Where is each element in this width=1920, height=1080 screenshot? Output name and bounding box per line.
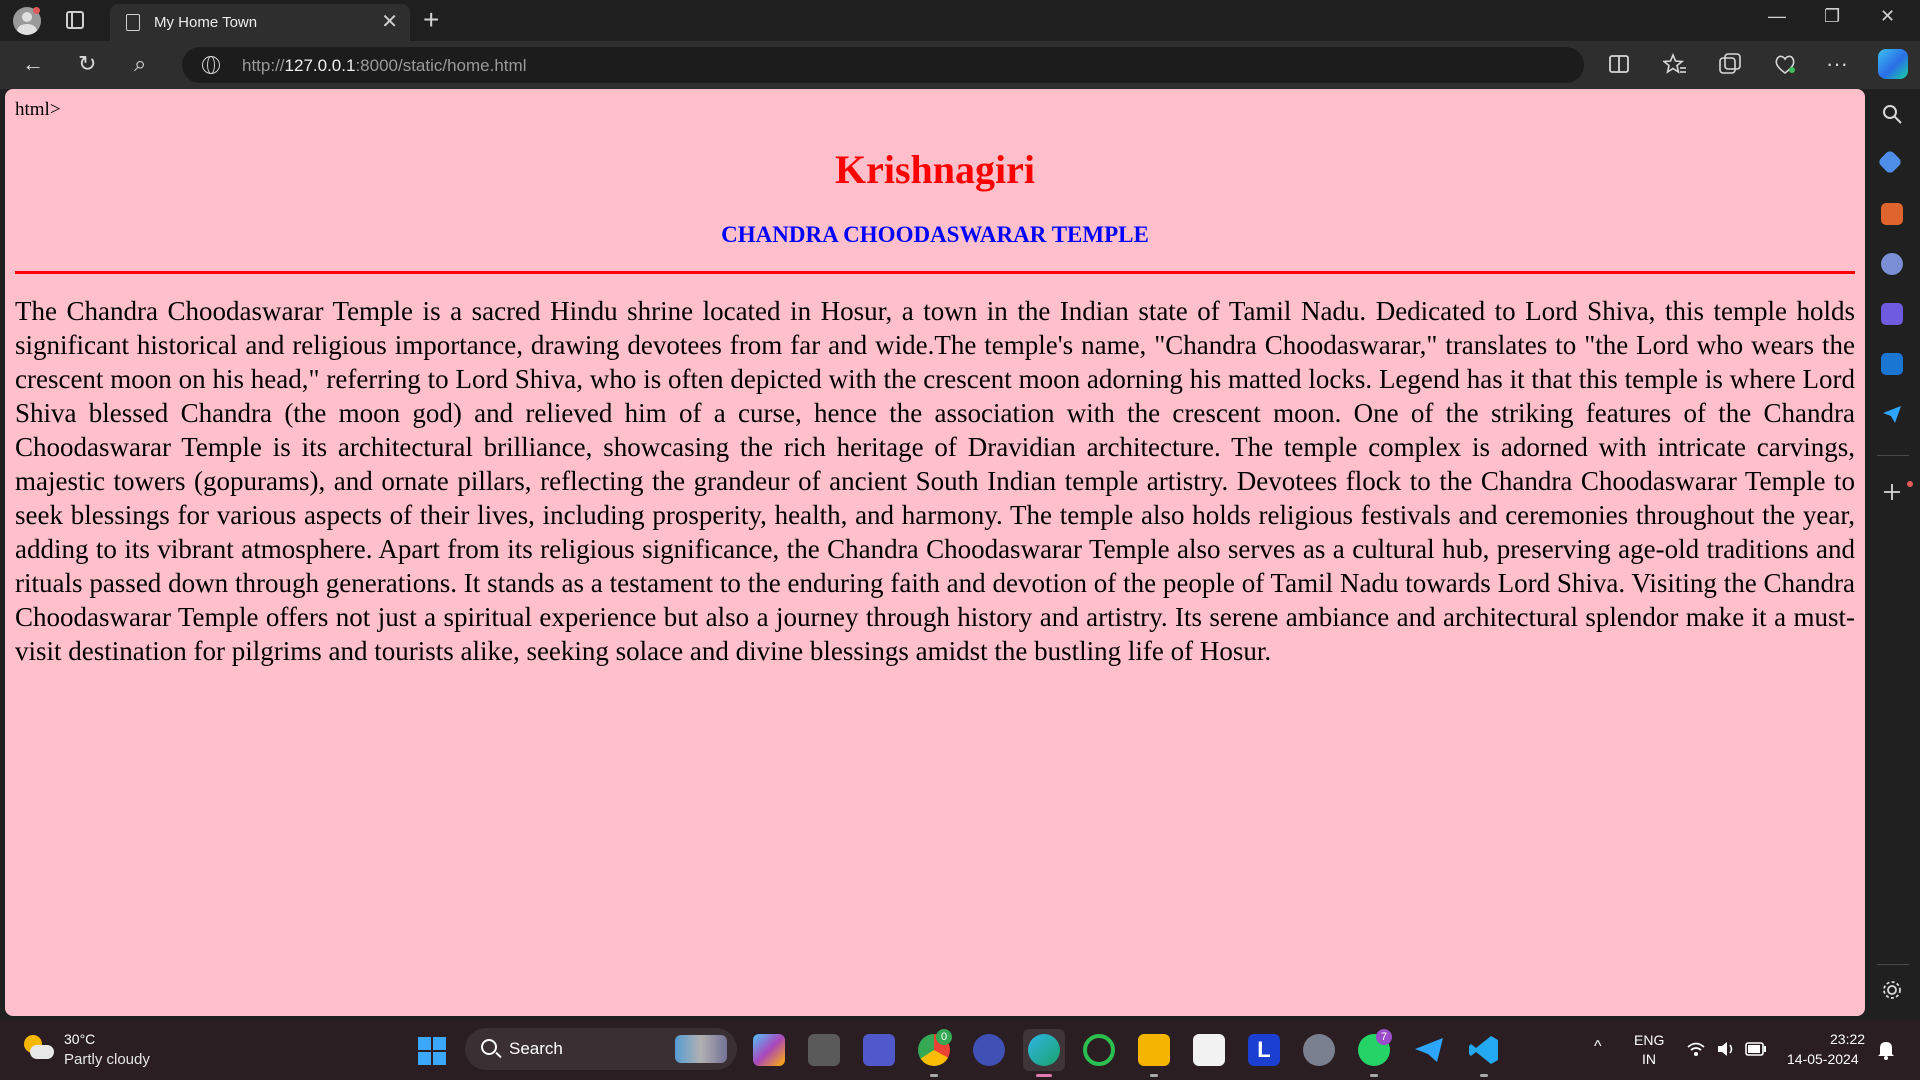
page-subheading: CHANDRA CHOODASWARAR TEMPLE bbox=[721, 222, 1149, 247]
weather-description[interactable]: Partly cloudy bbox=[64, 1051, 150, 1068]
settings-and-more-button[interactable]: ··· bbox=[1826, 49, 1848, 79]
taskbar: 30°C Partly cloudy Search 0 L 7 ^ ENG IN… bbox=[0, 1020, 1920, 1080]
tab-actions-icon[interactable] bbox=[66, 11, 84, 29]
telegram-icon[interactable] bbox=[1413, 1034, 1445, 1066]
task-view-icon[interactable] bbox=[808, 1034, 840, 1066]
show-hidden-icons-button[interactable]: ^ bbox=[1594, 1038, 1602, 1056]
partly-cloudy-icon[interactable] bbox=[22, 1033, 54, 1063]
shopping-tag-icon[interactable] bbox=[1877, 149, 1903, 175]
url-scheme: http:// bbox=[242, 56, 285, 75]
search-label: Search bbox=[509, 1039, 563, 1058]
outlook-icon[interactable] bbox=[1881, 353, 1903, 375]
gear-icon[interactable] bbox=[1881, 979, 1903, 1001]
microsoft-store-icon[interactable] bbox=[1193, 1034, 1225, 1066]
running-indicator bbox=[1480, 1074, 1488, 1077]
minimize-button[interactable]: — bbox=[1768, 6, 1786, 27]
refresh-button[interactable]: ↻ bbox=[78, 49, 96, 79]
url-path: :8000/static/home.html bbox=[355, 56, 527, 75]
address-bar[interactable]: http://127.0.0.1:8000/static/home.html bbox=[182, 47, 1584, 83]
running-indicator bbox=[930, 1074, 938, 1077]
edge-taskbar-button[interactable] bbox=[1023, 1029, 1065, 1071]
running-indicator bbox=[1370, 1074, 1378, 1077]
running-indicator bbox=[1150, 1074, 1158, 1077]
file-explorer-icon[interactable] bbox=[1138, 1034, 1170, 1066]
vscode-icon[interactable] bbox=[1468, 1034, 1500, 1066]
url-host: 127.0.0.1 bbox=[284, 56, 356, 75]
notification-bell-icon[interactable] bbox=[1876, 1039, 1896, 1061]
url-text[interactable]: http://127.0.0.1:8000/static/home.html bbox=[242, 56, 526, 76]
whatsapp-badge: 7 bbox=[1376, 1029, 1392, 1045]
wifi-icon[interactable] bbox=[1686, 1040, 1706, 1058]
clock-time[interactable]: 23:22 bbox=[1830, 1031, 1865, 1047]
restore-button[interactable]: ❐ bbox=[1824, 6, 1840, 27]
search-highlight-icon bbox=[675, 1035, 727, 1063]
notification-dot bbox=[1907, 481, 1913, 487]
clock-date[interactable]: 14-05-2024 bbox=[1787, 1051, 1859, 1067]
horizontal-rule bbox=[15, 271, 1855, 274]
settings-app-icon[interactable] bbox=[1303, 1034, 1335, 1066]
chrome-badge: 0 bbox=[936, 1029, 952, 1045]
copilot-sidebar-icon[interactable] bbox=[1881, 303, 1903, 325]
favorites-icon[interactable] bbox=[1663, 53, 1687, 75]
stray-text: html> bbox=[15, 99, 61, 120]
page-paragraph: The Chandra Choodaswarar Temple is a sac… bbox=[15, 296, 1855, 666]
games-icon[interactable] bbox=[1881, 253, 1903, 275]
search-page-button[interactable]: ⌕ bbox=[134, 49, 146, 79]
collections-icon[interactable] bbox=[1718, 53, 1742, 75]
windows-start-icon[interactable] bbox=[418, 1037, 446, 1065]
volume-icon[interactable] bbox=[1716, 1040, 1736, 1058]
search-icon bbox=[481, 1039, 497, 1055]
sidebar-search-icon[interactable] bbox=[1881, 103, 1903, 125]
l-app-icon[interactable]: L bbox=[1248, 1034, 1280, 1066]
sidebar-divider bbox=[1877, 455, 1909, 456]
active-indicator bbox=[1036, 1074, 1052, 1077]
edge-icon bbox=[1028, 1034, 1060, 1066]
page-icon bbox=[126, 14, 140, 31]
copilot-icon[interactable] bbox=[1878, 49, 1908, 79]
teams-icon[interactable] bbox=[863, 1034, 895, 1066]
browser-tab[interactable]: My Home Town ✕ bbox=[110, 4, 410, 41]
title-bar: My Home Town ✕ + — ❐ ✕ bbox=[0, 0, 1920, 41]
send-icon[interactable] bbox=[1881, 403, 1903, 425]
language-bottom[interactable]: IN bbox=[1642, 1051, 1656, 1067]
add-icon[interactable] bbox=[1881, 481, 1903, 503]
browser-essentials-icon[interactable] bbox=[1773, 53, 1797, 75]
language-top[interactable]: ENG bbox=[1634, 1032, 1664, 1048]
tab-title: My Home Town bbox=[154, 14, 258, 31]
copilot-pre-icon[interactable] bbox=[753, 1034, 785, 1066]
edge-sidebar bbox=[1865, 89, 1920, 1016]
weather-temperature[interactable]: 30°C bbox=[64, 1031, 95, 1047]
close-window-button[interactable]: ✕ bbox=[1880, 6, 1895, 27]
tools-icon[interactable] bbox=[1881, 203, 1903, 225]
new-tab-button[interactable]: + bbox=[423, 4, 439, 36]
globe-icon[interactable] bbox=[202, 56, 220, 74]
sidebar-divider bbox=[1877, 964, 1909, 965]
refresh-app-icon[interactable] bbox=[1083, 1034, 1115, 1066]
proton-icon[interactable] bbox=[973, 1034, 1005, 1066]
taskbar-search[interactable]: Search bbox=[465, 1028, 737, 1070]
back-button[interactable]: ← bbox=[22, 49, 44, 79]
tab-close-button[interactable]: ✕ bbox=[381, 10, 398, 34]
profile-notification-dot bbox=[33, 7, 40, 14]
page-viewport: html> Krishnagiri CHANDRA CHOODASWARAR T… bbox=[5, 89, 1865, 1016]
browser-toolbar: ← ↻ ⌕ http://127.0.0.1:8000/static/home.… bbox=[0, 41, 1920, 89]
page-heading: Krishnagiri bbox=[834, 147, 1036, 192]
battery-icon[interactable] bbox=[1745, 1042, 1767, 1056]
split-screen-icon[interactable] bbox=[1608, 53, 1630, 75]
